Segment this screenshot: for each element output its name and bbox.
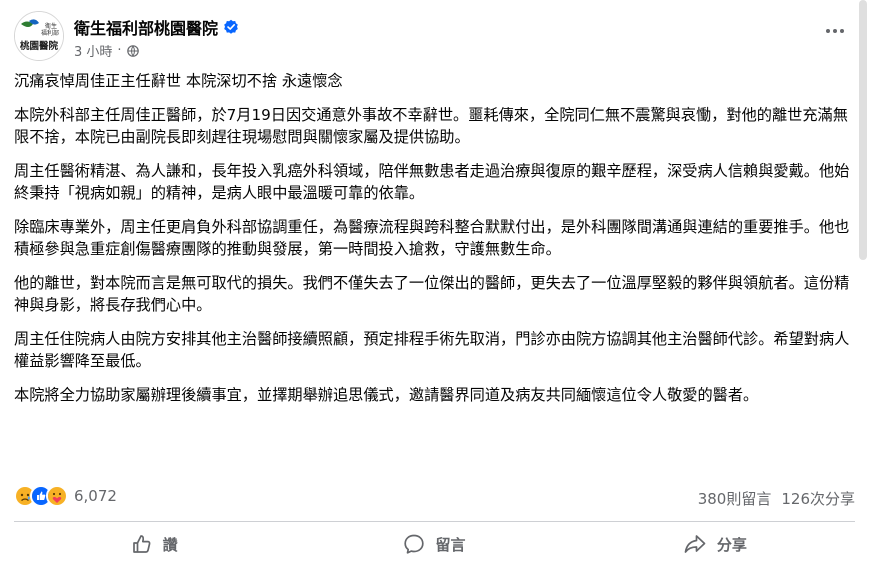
- svg-text:福利部: 福利部: [41, 29, 59, 37]
- ellipsis-icon: [826, 29, 844, 33]
- like-label: 讚: [162, 535, 178, 554]
- post-paragraph: 除臨床專業外，周主任更肩負外科部協調重任，為醫療流程與跨科整合默默付出，是外科團…: [14, 218, 850, 258]
- page-name[interactable]: 衛生福利部桃園醫院: [74, 15, 218, 39]
- post-headline: 沉痛哀悼周佳正主任辭世 本院深切不捨 永遠懷念: [14, 72, 343, 90]
- reaction-count[interactable]: 6,072: [74, 487, 117, 505]
- thumbs-up-icon: [132, 535, 151, 553]
- svg-text:桃園醫院: 桃園醫院: [20, 40, 59, 52]
- avatar[interactable]: 衛生 福利部 桃園醫院: [14, 11, 64, 61]
- action-bar: 讚 留言 分享: [14, 525, 855, 563]
- divider: [14, 521, 855, 522]
- share-label: 分享: [716, 535, 747, 554]
- post-paragraph: 他的離世，對本院而言是無可取代的損失。我們不僅失去了一位傑出的醫師，更失去了一位…: [14, 274, 850, 314]
- post-stats: 6,072 380則留言 126次分享: [14, 485, 855, 511]
- facebook-post: 衛生 福利部 桃園醫院 衛生福利部桃園醫院 3 小時 · 沉痛哀悼周佳正主任辭世…: [0, 0, 869, 567]
- share-button[interactable]: 分享: [575, 525, 855, 563]
- post-paragraph: 本院將全力協助家屬辦理後續事宜，並擇期舉辦追思儀式，邀請醫界同道及病友共同緬懷這…: [14, 386, 759, 404]
- post-paragraph: 本院外科部主任周佳正醫師，於7月19日因交通意外事故不幸辭世。噩耗傳來，全院同仁…: [14, 106, 848, 146]
- comment-button[interactable]: 留言: [294, 525, 574, 563]
- engagement-counts: 380則留言 126次分享: [698, 488, 855, 509]
- page-name-row: 衛生福利部桃園醫院: [74, 15, 239, 39]
- more-options-button[interactable]: [821, 17, 849, 45]
- hospital-logo-icon: 衛生 福利部 桃園醫院: [15, 12, 63, 60]
- post-content: 沉痛哀悼周佳正主任辭世 本院深切不捨 永遠懷念 本院外科部主任周佳正醫師，於7月…: [14, 70, 856, 418]
- reactions-summary[interactable]: 6,072: [14, 485, 117, 507]
- post-paragraph: 周主任住院病人由院方安排其他主治醫師接續照顧，預定排程手術先取消，門診亦由院方協…: [14, 330, 850, 370]
- globe-icon[interactable]: [126, 44, 139, 57]
- verified-badge-icon: [223, 19, 239, 35]
- post-header: 衛生 福利部 桃園醫院 衛生福利部桃園醫院 3 小時 ·: [14, 11, 855, 63]
- svg-text:衛生: 衛生: [45, 22, 57, 30]
- care-icon: [46, 485, 68, 507]
- share-arrow-icon: [684, 535, 706, 553]
- share-count-link[interactable]: 126次分享: [781, 488, 855, 509]
- scrollbar[interactable]: [859, 0, 867, 260]
- post-paragraph: 周主任醫術精湛、為人謙和，長年投入乳癌外科領域，陪伴無數患者走過治療與復原的艱辛…: [14, 162, 850, 202]
- comment-bubble-icon: [404, 534, 425, 554]
- like-button[interactable]: 讚: [14, 525, 294, 563]
- post-timestamp[interactable]: 3 小時: [74, 41, 112, 60]
- post-meta: 3 小時 ·: [74, 41, 139, 60]
- comment-count-link[interactable]: 380則留言: [698, 488, 772, 509]
- meta-separator: ·: [117, 43, 122, 58]
- comment-label: 留言: [435, 535, 466, 554]
